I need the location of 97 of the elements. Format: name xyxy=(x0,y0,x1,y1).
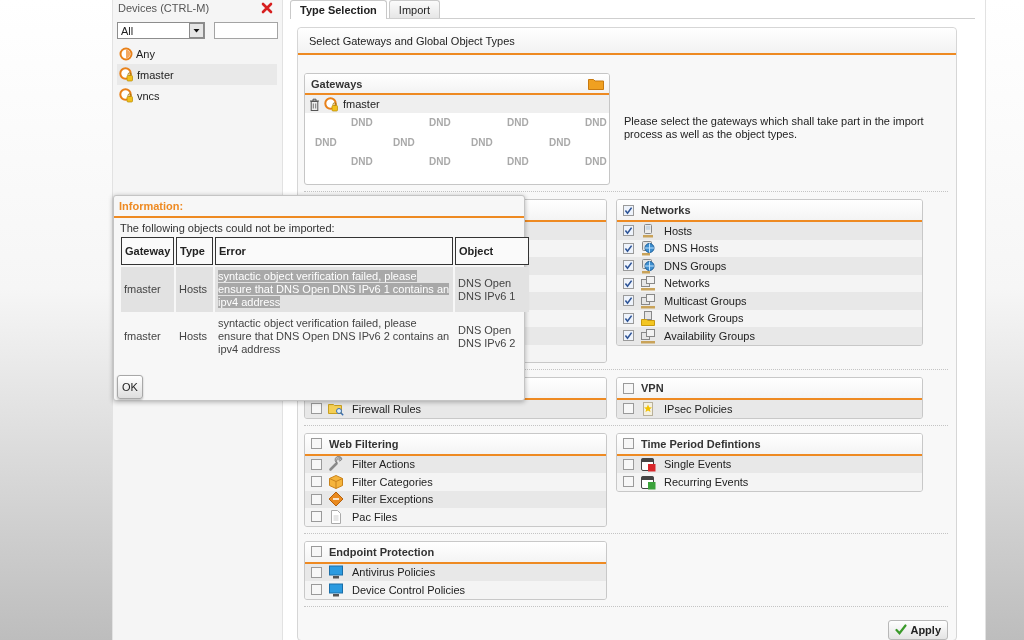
option-label: Pac Files xyxy=(352,510,398,523)
option-label: Hosts xyxy=(664,224,693,237)
dnd-label: DND xyxy=(549,136,571,148)
search-field[interactable] xyxy=(214,22,278,39)
device-item[interactable]: fmaster xyxy=(117,64,277,85)
checkbox[interactable] xyxy=(623,312,634,324)
option-label: Network Groups xyxy=(664,312,744,325)
checkbox[interactable] xyxy=(311,458,322,470)
table-cell-text: Hosts xyxy=(178,329,209,344)
dnd-label: DND xyxy=(315,136,337,148)
checkbox[interactable] xyxy=(623,204,634,216)
check-icon xyxy=(895,624,908,635)
dnd-label: DND xyxy=(351,156,373,168)
option-label: Networks xyxy=(664,277,710,290)
wrench-icon xyxy=(328,456,344,473)
option-label: Multicast Groups xyxy=(664,294,747,307)
table-cell-text: syntactic object verification failed, please ensure that DNS Open DNS IPv6 2 contains an ipv4 address xyxy=(217,316,451,357)
tab[interactable]: Import xyxy=(388,0,440,18)
device-item[interactable]: Any xyxy=(117,43,277,64)
checkbox[interactable] xyxy=(623,438,634,449)
option-label: Antivirus Policies xyxy=(352,566,436,579)
option-label: Device Control Policies xyxy=(352,583,466,596)
monitor-icon xyxy=(328,564,344,581)
checkbox[interactable] xyxy=(623,458,634,470)
table-cell: syntactic object verification failed, please ensure that DNS Open DNS IPv6 1 contains an ipv4 address xyxy=(215,267,453,312)
filter-dropdown[interactable]: All xyxy=(117,22,205,39)
checkbox[interactable] xyxy=(311,403,322,415)
dnd-label: DND xyxy=(585,156,607,168)
sidebar-title: Devices (CTRL-M) xyxy=(118,1,210,14)
panel-title: Select Gateways and Global Object Types xyxy=(309,34,515,47)
table-cell: DNS Open DNS IPv6 1 xyxy=(455,267,529,312)
checkbox[interactable] xyxy=(311,546,322,557)
apply-button[interactable]: Apply xyxy=(888,619,948,640)
table-cell: fmaster xyxy=(121,267,174,312)
hint-text: Please select the gateways which shall take part in the import process as well as the object types. xyxy=(624,115,925,141)
dnd-label: DND xyxy=(351,117,373,129)
tab[interactable]: Type Selection xyxy=(290,0,387,19)
option-label: DNS Groups xyxy=(664,259,727,272)
dnd-label: DND xyxy=(507,156,529,168)
box-icon xyxy=(328,473,344,490)
trash-icon[interactable] xyxy=(309,97,320,111)
close-icon[interactable] xyxy=(261,1,273,14)
folder-icon[interactable] xyxy=(588,77,604,90)
dialog-message: The following objects could not be imported: xyxy=(120,222,336,235)
ring-lock-icon xyxy=(324,96,339,112)
checkbox[interactable] xyxy=(623,476,634,488)
option-label: Filter Exceptions xyxy=(352,493,434,506)
checkbox[interactable] xyxy=(623,260,634,272)
half-circle-icon xyxy=(119,46,133,61)
option-label: Availability Groups xyxy=(664,329,755,342)
checkbox[interactable] xyxy=(623,242,634,254)
checkbox[interactable] xyxy=(311,566,322,578)
device-item[interactable]: vncs xyxy=(117,85,277,106)
checkbox[interactable] xyxy=(311,584,322,596)
gateways-title: Gateways xyxy=(311,77,363,90)
checkbox[interactable] xyxy=(623,403,634,415)
table-cell-text: DNS Open DNS IPv6 2 xyxy=(457,322,517,351)
gateway-name: fmaster xyxy=(343,98,380,110)
column-header: Gateway xyxy=(121,237,174,265)
option-label: DNS Hosts xyxy=(664,242,719,255)
dialog-title: Information: xyxy=(119,200,184,212)
checkbox[interactable] xyxy=(623,295,634,307)
dnd-label: DND xyxy=(585,117,607,129)
option-label: IPsec Policies xyxy=(664,402,733,415)
checkbox[interactable] xyxy=(311,476,322,488)
column-header: Object xyxy=(455,237,529,265)
group-title: Endpoint Protection xyxy=(329,545,435,558)
table-cell-text: fmaster xyxy=(123,329,162,344)
option-label: Firewall Rules xyxy=(352,402,422,415)
group-title: VPN xyxy=(641,382,664,394)
group-title: Web Filtering xyxy=(329,437,399,450)
checkbox[interactable] xyxy=(311,438,322,449)
column-header: Type xyxy=(176,237,213,265)
dnd-label: DND xyxy=(429,156,451,168)
monitor-icon xyxy=(328,581,344,598)
option-label: Filter Categories xyxy=(352,475,433,488)
option-label: Single Events xyxy=(664,458,732,471)
ok-button[interactable]: OK xyxy=(117,375,143,399)
checkbox[interactable] xyxy=(623,330,634,342)
ring-lock-icon xyxy=(119,88,134,103)
group-title: Networks xyxy=(641,204,691,216)
ring-lock-icon xyxy=(119,67,134,82)
group-title: Time Period Defintions xyxy=(641,437,761,450)
checkbox[interactable] xyxy=(623,277,634,289)
table-cell: Hosts xyxy=(176,267,213,312)
checkbox[interactable] xyxy=(623,382,634,394)
column-header: Error xyxy=(215,237,453,265)
dnd-label: DND xyxy=(507,117,529,129)
checkbox[interactable] xyxy=(623,225,634,237)
checkbox[interactable] xyxy=(311,493,322,505)
caret-icon xyxy=(189,23,204,38)
dnd-label: DND xyxy=(393,136,415,148)
checkbox[interactable] xyxy=(311,511,322,523)
dnd-label: DND xyxy=(429,117,451,129)
option-label: Filter Actions xyxy=(352,458,415,471)
dnd-label: DND xyxy=(471,136,493,148)
option-label: Recurring Events xyxy=(664,475,749,488)
